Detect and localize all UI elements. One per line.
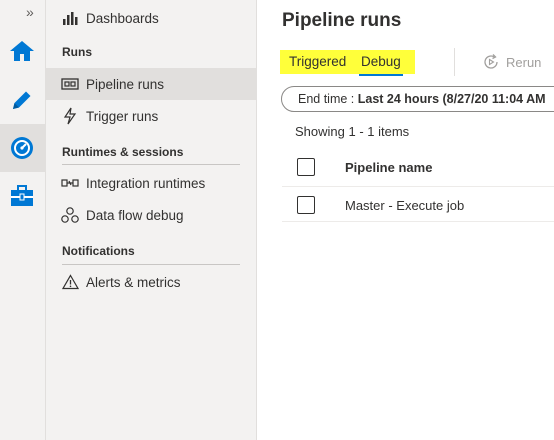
rerun-icon: [482, 53, 500, 71]
nav-item-label: Alerts & metrics: [86, 274, 181, 290]
rerun-button[interactable]: Rerun: [482, 51, 541, 73]
page-title: Pipeline runs: [282, 10, 402, 31]
nav-item-alerts-metrics[interactable]: Alerts & metrics: [46, 266, 257, 298]
header-divider: [282, 186, 554, 187]
nav-item-data-flow-debug[interactable]: Data flow debug: [46, 199, 257, 231]
dashboard-icon: [61, 9, 79, 27]
home-icon[interactable]: [8, 37, 36, 65]
nav-section-notifications: Notifications: [62, 244, 135, 258]
lightning-icon: [61, 107, 79, 125]
nav-item-dashboards[interactable]: Dashboards: [46, 2, 257, 34]
nav-item-integration-runtimes[interactable]: Integration runtimes: [46, 167, 257, 199]
nav-item-label: Data flow debug: [86, 207, 184, 223]
data-flow-icon: [61, 206, 79, 224]
select-all-checkbox[interactable]: [297, 158, 315, 176]
toolbar-separator: [454, 48, 455, 76]
nav-item-trigger-runs[interactable]: Trigger runs: [46, 100, 257, 132]
monitor-icon[interactable]: [8, 134, 36, 162]
nav-section-runtimes: Runtimes & sessions: [62, 145, 184, 159]
end-time-filter[interactable]: End time : Last 24 hours (8/27/20 11:04 …: [281, 86, 554, 112]
nav-item-label: Integration runtimes: [86, 175, 206, 191]
pipeline-icon: [61, 75, 79, 93]
nav-section-runs: Runs: [62, 45, 92, 59]
monitor-nav-panel: Dashboards Runs Pipeline runs Trigger ru…: [46, 0, 257, 440]
nav-item-label: Dashboards: [86, 10, 159, 26]
main-content: Pipeline runs Triggered Debug Rerun End …: [258, 0, 554, 440]
rerun-label: Rerun: [506, 54, 542, 70]
nav-item-label: Trigger runs: [86, 108, 159, 124]
left-icon-rail: »: [0, 0, 46, 440]
nav-divider: [62, 264, 240, 265]
nav-divider: [62, 164, 240, 165]
row-checkbox[interactable]: [297, 196, 315, 214]
table-row-pipeline-name[interactable]: Master - Execute job: [345, 198, 464, 213]
toolbox-icon[interactable]: [8, 182, 36, 210]
pencil-icon[interactable]: [8, 86, 36, 114]
row-divider: [282, 221, 554, 222]
column-header-pipeline-name[interactable]: Pipeline name: [345, 160, 432, 175]
item-count: Showing 1 - 1 items: [295, 124, 410, 139]
tab-triggered[interactable]: Triggered: [285, 51, 350, 77]
filter-prefix: End time :: [298, 92, 358, 106]
expand-rail-icon[interactable]: »: [26, 4, 34, 20]
nav-item-pipeline-runs[interactable]: Pipeline runs: [46, 68, 257, 100]
nav-item-label: Pipeline runs: [86, 76, 165, 92]
tab-selected-indicator: [359, 74, 403, 76]
integration-runtime-icon: [61, 174, 79, 192]
filter-value: Last 24 hours (8/27/20 11:04 AM: [357, 92, 546, 106]
warning-icon: [61, 273, 79, 291]
